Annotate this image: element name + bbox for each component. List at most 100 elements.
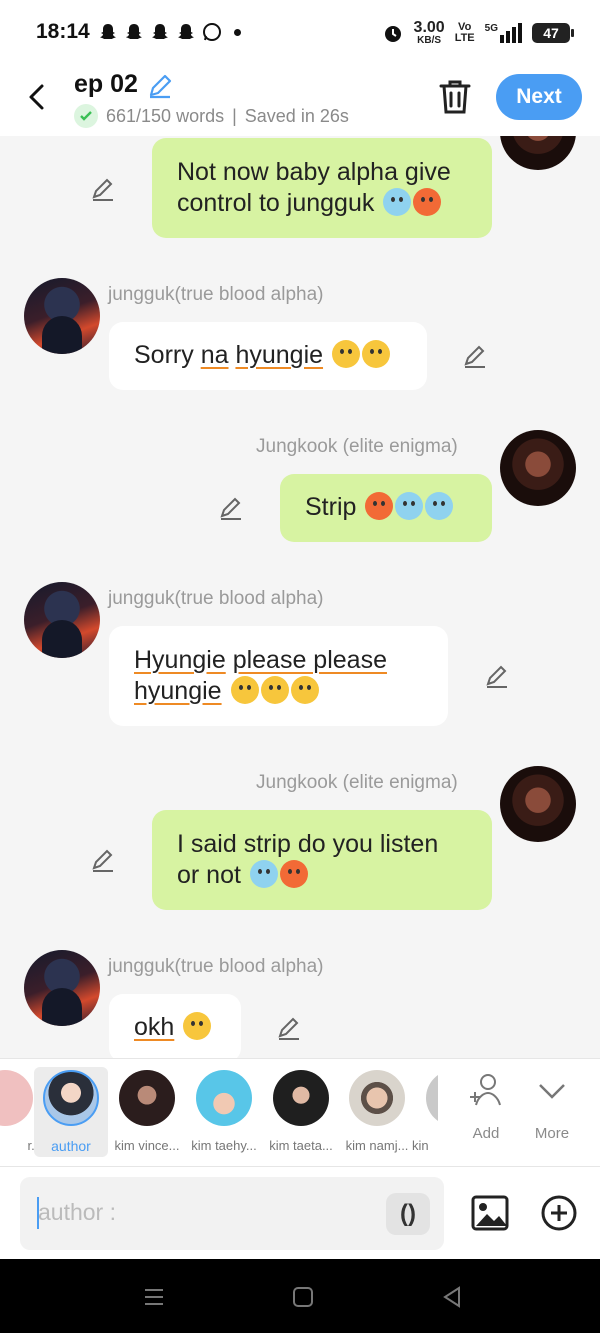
edit-message-icon[interactable] (218, 495, 244, 521)
message-text: Not now baby alpha give control to jungg… (177, 158, 451, 217)
add-label: Add (472, 1125, 500, 1142)
character-option[interactable]: kin (412, 1067, 438, 1153)
avatar-jungkook[interactable] (500, 136, 576, 170)
avatar-jungkook[interactable] (500, 766, 576, 842)
home-icon[interactable] (291, 1285, 315, 1309)
composer-bar: author : () (0, 1166, 600, 1259)
add-circle-icon[interactable] (540, 1194, 578, 1232)
character-avatar (43, 1070, 99, 1126)
character-option[interactable]: kim namj... (340, 1067, 414, 1153)
character-name: kim namj... (345, 1138, 409, 1153)
image-icon[interactable] (470, 1193, 510, 1233)
message-text (226, 646, 233, 674)
message-input[interactable]: author : () (20, 1177, 444, 1250)
status-separator: | (232, 105, 237, 126)
edit-message-icon[interactable] (484, 663, 510, 689)
avatar-jungguk[interactable] (24, 582, 100, 658)
pleading-face-emoji (183, 1012, 212, 1040)
battery-icon: 47 (532, 23, 574, 43)
word-count: 661/150 words (106, 105, 225, 126)
add-character-button[interactable]: Add (456, 1071, 516, 1142)
trash-icon[interactable] (438, 78, 472, 116)
message-text-underlined: Hyungie (134, 646, 226, 674)
message-bubble[interactable]: I said strip do you listen or not (152, 810, 492, 910)
message-text: Strip (305, 493, 357, 521)
save-status: 661/150 words | Saved in 26s (74, 104, 349, 128)
avatar-jungguk[interactable] (24, 950, 100, 1026)
message-text: Sorry (134, 341, 201, 369)
cold-face-emoji (383, 188, 412, 216)
more-notifications-dot (234, 28, 241, 36)
more-label: More (534, 1125, 570, 1142)
menu-icon[interactable] (142, 1285, 166, 1309)
avatar-jungguk[interactable] (24, 278, 100, 354)
check-icon (74, 104, 98, 128)
character-name: jungguk(true blood alpha) (108, 956, 324, 977)
message-text-underlined: okh (134, 1013, 175, 1041)
message-text-underlined: hyungie (235, 341, 324, 369)
character-option[interactable]: kim taehy... (187, 1067, 261, 1153)
edit-title-icon[interactable] (146, 72, 174, 100)
character-avatar (426, 1070, 438, 1126)
add-person-icon (470, 1074, 501, 1106)
parentheses-button[interactable]: () (386, 1193, 430, 1235)
message-text-underlined: na (200, 341, 229, 369)
notification-icons (98, 22, 241, 42)
message-bubble[interactable]: okh (109, 994, 241, 1058)
signal-icon: 5G (485, 23, 522, 43)
edit-message-icon[interactable] (90, 847, 116, 873)
net-speed: 3.00 KB/S (414, 20, 445, 46)
crying-face-emoji (290, 676, 319, 704)
character-name: kim taehy... (191, 1138, 257, 1153)
input-placeholder: author : (38, 1199, 116, 1225)
edit-message-icon[interactable] (462, 343, 488, 369)
alarm-icon (384, 26, 401, 42)
character-name: Jungkook (elite enigma) (256, 436, 458, 457)
more-characters-button[interactable]: More (522, 1071, 582, 1142)
character-option-author[interactable]: author (34, 1067, 108, 1157)
message-bubble[interactable]: Hyungie please please hyungie (109, 626, 448, 726)
character-avatar (0, 1070, 33, 1126)
character-avatar (349, 1070, 405, 1126)
edit-message-icon[interactable] (276, 1015, 302, 1041)
message-text: I said strip do you listen or not (177, 830, 439, 889)
next-button[interactable]: Next (496, 74, 582, 120)
character-name: jungguk(true blood alpha) (108, 588, 324, 609)
character-option[interactable]: kim taeta... (264, 1067, 338, 1153)
chat-area[interactable]: Not now baby alpha give control to jungg… (0, 136, 600, 1058)
net-speed-value: 3.00 (413, 19, 445, 36)
angry-face-emoji (413, 188, 442, 216)
character-name: kin (412, 1138, 429, 1153)
message-bubble[interactable]: Not now baby alpha give control to jungg… (152, 138, 492, 238)
whatsapp-icon (203, 23, 221, 41)
snapchat-icon (178, 24, 194, 39)
editor-header: ep 02 661/150 words | Saved in 26s Next (0, 62, 600, 136)
character-name: jungguk(true blood alpha) (108, 284, 324, 305)
character-picker: r... author kim vince... kim taehy... ki… (0, 1058, 600, 1166)
status-bar: 18:14 3.00 KB/S Vo LTE 5G 47 (0, 0, 600, 62)
message-bubble[interactable]: Sorry na hyungie (109, 322, 427, 390)
character-name: Jungkook (elite enigma) (256, 772, 458, 793)
crying-face-emoji (361, 340, 390, 368)
character-option[interactable]: kim vince... (110, 1067, 184, 1153)
angry-face-emoji (365, 492, 394, 520)
status-right: 3.00 KB/S Vo LTE 5G 47 (382, 20, 574, 46)
edit-message-icon[interactable] (90, 176, 116, 202)
avatar-jungkook[interactable] (500, 430, 576, 506)
character-name: kim taeta... (269, 1138, 333, 1153)
back-icon[interactable] (440, 1285, 464, 1309)
character-avatar (119, 1070, 175, 1126)
crying-face-emoji (260, 676, 289, 704)
network-type: 5G (484, 23, 498, 34)
system-nav-bar (0, 1259, 600, 1333)
episode-title: ep 02 (74, 70, 138, 98)
message-bubble[interactable]: Strip (280, 474, 492, 542)
snapchat-icon (152, 24, 168, 39)
chevron-down-icon (539, 1084, 565, 1099)
battery-level: 47 (543, 25, 559, 41)
character-avatar (196, 1070, 252, 1126)
back-arrow-icon[interactable] (22, 80, 52, 114)
character-name: author (51, 1138, 91, 1154)
net-speed-unit: KB/S (417, 35, 442, 46)
cold-face-emoji (395, 492, 424, 520)
